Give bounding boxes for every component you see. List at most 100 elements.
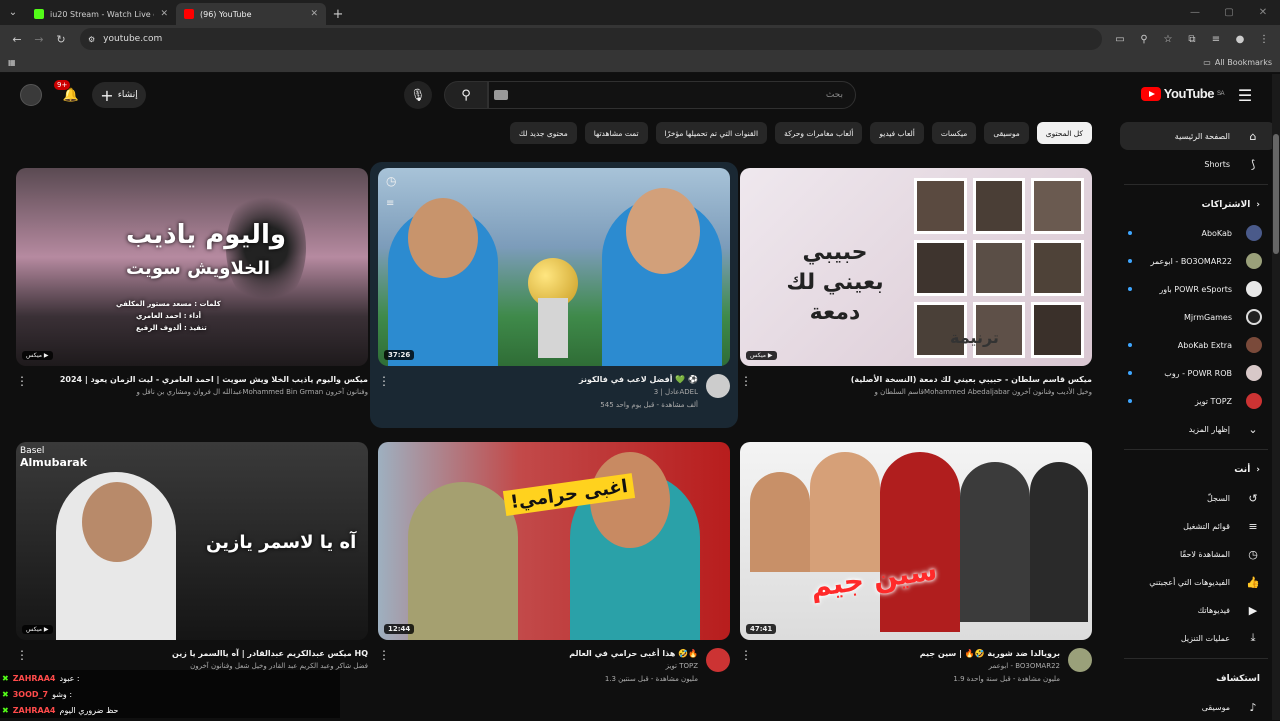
chip-music[interactable]: موسيقى (984, 122, 1029, 144)
sidebar-show-more[interactable]: إظهار المزيد ⌄ (1120, 415, 1276, 443)
logo-text: YouTube (1163, 86, 1215, 101)
search-input[interactable]: بحث (488, 81, 856, 109)
channel-avatar[interactable] (706, 374, 730, 398)
chip-mixes[interactable]: ميكسات (931, 122, 977, 144)
sidebar-item-playlists[interactable]: قوائم التشغيل ≡ (1120, 512, 1276, 540)
sidebar-item-label: AboKab Extra (1177, 340, 1232, 350)
sidebar-item-mjrmgames[interactable]: MjrmGames (1120, 303, 1276, 331)
extensions-icon[interactable]: ⧉ (1182, 29, 1202, 49)
browser-tab-kick[interactable]: iu20 Stream - Watch Live on Ki ✕ (26, 3, 176, 25)
youtube-logo[interactable]: YouTube SA (1140, 86, 1225, 101)
more-options-icon[interactable]: ⋮ (378, 648, 390, 685)
chip-watched[interactable]: تمت مشاهدتها (584, 122, 648, 144)
video-title[interactable]: ميكس عبدالكريم عبدالقادر | آه ياالسمر يا… (36, 648, 368, 659)
watch-later-icon[interactable]: ◷ (386, 174, 396, 188)
more-options-icon[interactable]: ⋮ (16, 648, 28, 672)
video-card[interactable]: حبيبي بعيني لك دمعة ترنيمة ميكس ▶ ميكس ق… (740, 168, 1092, 398)
search-button[interactable]: ⚲ (444, 81, 488, 109)
cast-icon[interactable]: ▭ (1110, 29, 1130, 49)
sidebar-item-history[interactable]: السجلّ ↺ (1120, 484, 1276, 512)
back-icon[interactable]: ← (6, 28, 28, 50)
mix-label: ميكس (26, 626, 42, 633)
video-channel[interactable]: تويز TOPZ (398, 661, 698, 672)
sidebar-item-topz[interactable]: تويز TOPZ (1120, 387, 1276, 415)
sidebar-item-powr-rob[interactable]: روب - POWR ROB (1120, 359, 1276, 387)
sidebar-item-your-videos[interactable]: فيديوهاتك ▶ (1120, 596, 1276, 624)
video-channel[interactable]: ابوعمر - BO3OMAR22 (760, 661, 1060, 672)
video-title[interactable]: ميكس واليوم ياذيب الخلا ويش سويت | احمد … (36, 374, 368, 385)
video-card[interactable]: اغبى حرامي! 12:44 هذا أغبى حرامي في العا… (378, 442, 730, 685)
more-options-icon[interactable]: ⋮ (740, 648, 752, 685)
create-button[interactable]: + إنشاء (92, 82, 146, 108)
chip-video-games[interactable]: ألعاب فيديو (870, 122, 924, 144)
close-window-icon[interactable]: ✕ (1246, 0, 1280, 25)
sidebar-item-powr-esports[interactable]: باور POWR eSports (1120, 275, 1276, 303)
chip-action-adventure[interactable]: ألعاب مغامرات وحركة (775, 122, 863, 144)
new-tab-button[interactable]: + (326, 3, 350, 25)
chip-all[interactable]: كل المحتوى (1036, 122, 1092, 144)
scrollbar-thumb[interactable] (1273, 134, 1279, 254)
sidebar-item-downloads[interactable]: عمليات التنزيل ⤓ (1120, 624, 1276, 652)
you-header[interactable]: أنت › (1112, 456, 1280, 484)
zoom-icon[interactable]: ⚲ (1134, 29, 1154, 49)
url-field[interactable]: ⚙ youtube.com (80, 28, 1102, 50)
video-title[interactable]: برويالدا ضد شورية 🤣🔥 | سين جيم (760, 648, 1060, 659)
browser-tab-youtube[interactable]: (96) YouTube ✕ (176, 3, 326, 25)
video-channel[interactable]: قاسم السلطان وMohammed Abedaljabar وخيل … (760, 387, 1092, 398)
thumbnail-watermark: Basel (20, 446, 45, 456)
all-bookmarks[interactable]: ▭ All Bookmarks (1203, 58, 1272, 67)
maximize-icon[interactable]: ▢ (1212, 0, 1246, 25)
video-thumbnail[interactable]: آه يا لاسمر يازين Basel Almubarak ميكس ▶ (16, 442, 368, 640)
video-thumbnail[interactable]: ◷ ≡ 37:26 (378, 168, 730, 366)
channel-avatar[interactable] (1068, 648, 1092, 672)
keyboard-icon[interactable] (494, 90, 508, 100)
notifications-button[interactable]: 🔔 9+ (54, 80, 82, 106)
scrollbar[interactable] (1272, 74, 1280, 720)
hamburger-menu-icon[interactable]: ☰ (1234, 84, 1256, 106)
video-thumbnail[interactable]: حبيبي بعيني لك دمعة ترنيمة ميكس ▶ (740, 168, 1092, 366)
add-to-queue-icon[interactable]: ≡ (386, 198, 394, 209)
video-title[interactable]: ميكس قاسم سلطان - حبيبي بعيني لك دمعة (ا… (760, 374, 1092, 385)
video-thumbnail[interactable]: سين جيم 47:41 (740, 442, 1092, 640)
subscriptions-header[interactable]: الاشتراكات › (1112, 191, 1280, 219)
chip-recently-uploaded[interactable]: القنوات التي تم تحميلها مؤخرًا (655, 122, 768, 144)
video-card[interactable]: واليوم ياذيب الخلاويش سويت كلمات : مسعد … (16, 168, 368, 398)
sidebar-item-watch-later[interactable]: المشاهدة لاحقًا ◷ (1120, 540, 1276, 568)
apps-icon[interactable]: ▦ (8, 58, 16, 67)
menu-icon[interactable]: ⋮ (1254, 29, 1274, 49)
profile-icon[interactable]: ● (1230, 29, 1250, 49)
video-thumbnail[interactable]: واليوم ياذيب الخلاويش سويت كلمات : مسعد … (16, 168, 368, 366)
video-card[interactable]: ◷ ≡ 37:26 أفضل لاعب في فالكونز 💚 ⚽ عادل |… (378, 168, 730, 411)
close-tab-icon[interactable]: ✕ (160, 9, 168, 19)
reload-icon[interactable]: ↻ (50, 28, 72, 50)
sidebar-item-home[interactable]: الصفحة الرئيسية ⌂ (1120, 122, 1276, 150)
minimize-icon[interactable]: — (1178, 0, 1212, 25)
bookmark-star-icon[interactable]: ☆ (1158, 29, 1178, 49)
media-icon[interactable]: ≡ (1206, 29, 1226, 49)
video-card[interactable]: آه يا لاسمر يازين Basel Almubarak ميكس ▶… (16, 442, 368, 672)
close-tab-icon[interactable]: ✕ (310, 9, 318, 19)
sidebar-item-liked[interactable]: الفيديوهات التي أعجبتني 👍 (1120, 568, 1276, 596)
video-title[interactable]: أفضل لاعب في فالكونز 💚 ⚽ (398, 374, 698, 385)
video-card[interactable]: سين جيم 47:41 برويالدا ضد شورية 🤣🔥 | سين… (740, 442, 1092, 685)
site-info-icon[interactable]: ⚙ (88, 35, 95, 44)
forward-icon[interactable]: → (28, 28, 50, 50)
more-options-icon[interactable]: ⋮ (16, 374, 28, 398)
sidebar-item-bo3omar22[interactable]: ابوعمر - BO3OMAR22 (1120, 247, 1276, 275)
chip-new-to-you[interactable]: محتوى جديد لك (509, 122, 577, 144)
video-title[interactable]: هذا أغبى حرامي في العالم 🤣🔥 (398, 648, 698, 659)
sidebar-item-music[interactable]: موسيقى ♪ (1120, 693, 1276, 721)
tab-search-icon[interactable]: ⌄ (0, 0, 26, 25)
filter-chips: كل المحتوى موسيقى ميكسات ألعاب فيديو ألع… (509, 122, 1092, 144)
video-thumbnail[interactable]: اغبى حرامي! 12:44 (378, 442, 730, 640)
sidebar-item-abokab[interactable]: AboKab (1120, 219, 1276, 247)
video-channel[interactable]: عادل | 3ADEL (398, 387, 698, 398)
more-options-icon[interactable]: ⋮ (740, 374, 752, 398)
voice-search-button[interactable]: 🎙 (404, 81, 432, 109)
sidebar-item-abokab-extra[interactable]: AboKab Extra (1120, 331, 1276, 359)
channel-avatar[interactable] (706, 648, 730, 672)
account-avatar[interactable] (20, 84, 42, 106)
more-options-icon[interactable]: ⋮ (378, 374, 390, 411)
sidebar-item-shorts[interactable]: Shorts ⟆ (1120, 150, 1276, 178)
video-channel[interactable]: عبدالله ال فروان ومشاري بن نافل وMohamme… (36, 387, 368, 398)
